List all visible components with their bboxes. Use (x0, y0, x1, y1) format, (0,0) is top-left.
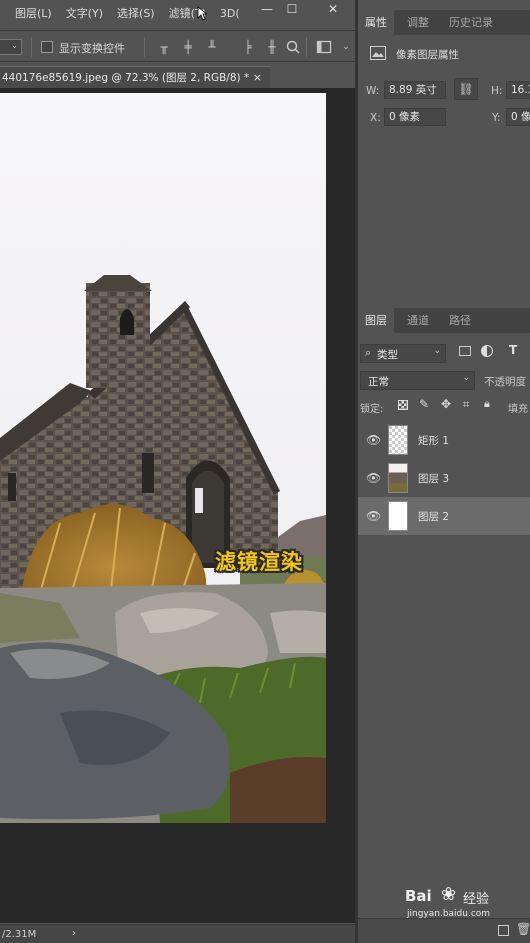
lock-artboard-icon[interactable]: ⌗ (463, 398, 469, 412)
tab-layers[interactable]: 图层 (358, 308, 394, 333)
layer-name: 矩形 1 (418, 435, 450, 447)
close-tab-icon[interactable]: × (253, 71, 262, 84)
filter-pixel-icon[interactable] (459, 346, 471, 356)
align-top-icon[interactable]: ╥ (156, 39, 172, 55)
layer-thumbnail (388, 463, 408, 493)
layers-tabs: 图层 通道 路径 (358, 308, 530, 333)
x-field[interactable]: 0 像素 (384, 108, 446, 126)
layer-row[interactable]: 👁︎ 图层 2 (358, 497, 530, 535)
document-tab[interactable]: 440176e85619.jpeg @ 72.3% (图层 2, RGB/8) … (0, 66, 270, 88)
status-bar: /2.31M › (0, 924, 355, 943)
blend-mode-value: 正常 (368, 376, 389, 388)
properties-header: 像素图层属性 (396, 49, 459, 61)
mouse-cursor-icon (197, 6, 207, 21)
menu-3d[interactable]: 3D( (213, 7, 247, 20)
pixel-layer-icon (370, 46, 386, 60)
tab-properties[interactable]: 属性 (358, 10, 394, 35)
chevron-down-icon: ⌄ (433, 346, 441, 356)
paw-icon: ❀ (441, 884, 457, 905)
width-field[interactable]: 8.89 英寸 (384, 81, 446, 99)
link-dimensions-button[interactable]: ⛓ (454, 78, 478, 100)
divider (306, 37, 307, 57)
minimize-button[interactable]: — (254, 0, 280, 18)
search-icon: ⌕ (365, 346, 372, 359)
church-photo (0, 93, 326, 823)
document-tab-title: 440176e85619.jpeg @ 72.3% (图层 2, RGB/8) … (2, 72, 250, 84)
close-button[interactable]: ✕ (320, 0, 346, 18)
divider (31, 37, 32, 57)
subtitle-caption: 滤镜渲染 (215, 550, 303, 574)
properties-panel: 属性 调整 历史记录 像素图层属性 W: 8.89 英寸 ⛓ H: 16.3 X… (358, 0, 530, 300)
blend-mode-dropdown[interactable]: 正常 ⌄ (360, 371, 475, 390)
width-label: W: (366, 85, 380, 97)
menu-select[interactable]: 选择(S) (110, 5, 162, 21)
lock-position-icon[interactable]: ✥ (441, 397, 451, 411)
visibility-eye-icon[interactable]: 👁︎ (366, 509, 381, 523)
properties-tabs: 属性 调整 历史记录 (358, 10, 530, 35)
layer-filter-dropdown[interactable]: ⌕ 类型 ⌄ (360, 344, 446, 363)
lock-label: 锁定: (360, 404, 384, 415)
tab-history[interactable]: 历史记录 (442, 10, 500, 35)
divider (144, 37, 145, 57)
tab-channels[interactable]: 通道 (400, 308, 436, 333)
x-label: X: (370, 112, 381, 124)
tool-preset-dropdown[interactable]: ⌄ (0, 39, 22, 55)
layer-thumbnail (388, 425, 408, 455)
fill-label: 填充 (508, 404, 528, 415)
document-size: /2.31M (2, 929, 37, 940)
show-transform-label: 显示变换控件 (59, 42, 125, 55)
watermark-brand: Bai (405, 887, 432, 905)
layers-bottom-toolbar: 🗑︎ (358, 918, 530, 943)
height-field[interactable]: 16.3 (506, 81, 530, 99)
align-hcenter-icon[interactable]: ╫ (264, 39, 280, 55)
height-label: H: (491, 85, 503, 97)
opacity-label: 不透明度 (484, 376, 526, 388)
filter-adjustment-icon[interactable] (481, 345, 493, 357)
show-transform-checkbox[interactable] (41, 41, 53, 53)
canvas-area[interactable]: 滤镜渲染 (0, 88, 355, 923)
layer-filter-label: 类型 (377, 349, 398, 361)
layer-name: 图层 2 (418, 511, 450, 523)
align-vcenter-icon[interactable]: ╪ (180, 39, 196, 55)
chevron-down-icon: ⌄ (462, 373, 470, 383)
y-field[interactable]: 0 像 (506, 108, 530, 126)
lock-all-icon[interactable]: 🔒︎ (484, 397, 490, 411)
visibility-eye-icon[interactable]: 👁︎ (366, 433, 381, 447)
visibility-eye-icon[interactable]: 👁︎ (366, 471, 381, 485)
layer-thumbnail (388, 501, 408, 531)
chevron-down-icon[interactable]: ⌄ (338, 39, 354, 55)
y-label: Y: (492, 112, 501, 124)
layers-panel: 图层 通道 路径 ⌕ 类型 ⌄ T 正常 ⌄ 不透明度 锁定: ✎ ✥ ⌗ 🔒︎… (358, 308, 530, 943)
lock-transparent-icon[interactable] (398, 400, 408, 410)
layer-row[interactable]: 👁︎ 图层 3 (358, 459, 530, 497)
filter-type-icon[interactable]: T (509, 343, 517, 357)
menu-layer[interactable]: 图层(L) (8, 5, 59, 21)
align-left-icon[interactable]: ╞ (240, 39, 256, 55)
layer-row[interactable]: 👁︎ 矩形 1 (358, 421, 530, 459)
menu-type[interactable]: 文字(Y) (59, 5, 110, 21)
new-layer-icon[interactable] (498, 925, 509, 936)
search-icon[interactable] (285, 39, 301, 55)
maximize-button[interactable]: ☐ (279, 0, 305, 18)
align-bottom-icon[interactable]: ╨ (204, 39, 220, 55)
delete-layer-icon[interactable]: 🗑︎ (516, 922, 530, 936)
tab-adjustments[interactable]: 调整 (400, 10, 436, 35)
workspace-icon[interactable] (316, 39, 332, 55)
status-menu-arrow[interactable]: › (72, 928, 76, 939)
tab-paths[interactable]: 路径 (442, 308, 478, 333)
options-bar: ⌄ 显示变换控件 ╥ ╪ ╨ ╞ ╫ ⌄ (0, 30, 355, 62)
layer-name: 图层 3 (418, 473, 450, 485)
watermark-brand-tail: 经验 (463, 892, 490, 907)
lock-brush-icon[interactable]: ✎ (419, 397, 429, 411)
document-image (0, 93, 326, 823)
